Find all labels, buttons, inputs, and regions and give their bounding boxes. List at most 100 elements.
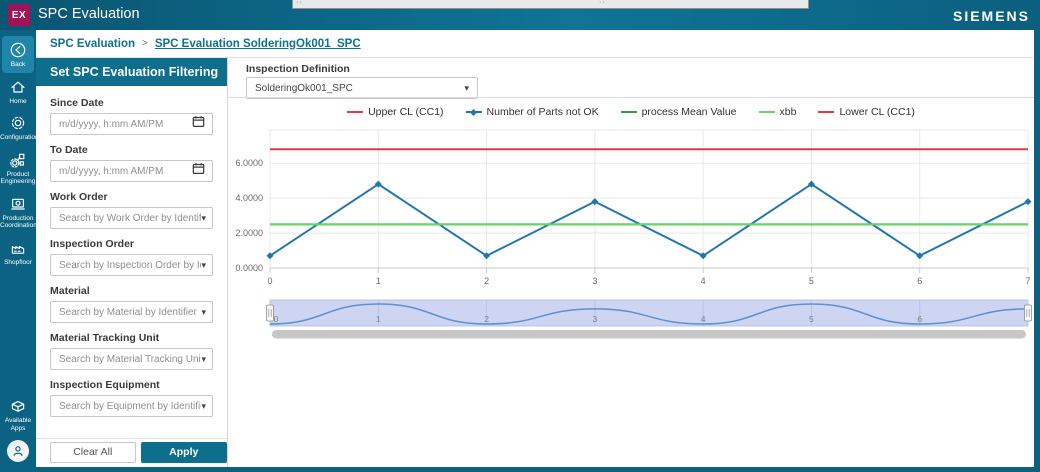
navigator-tick-label: 0 — [274, 314, 279, 324]
x-tick-label: 6 — [917, 276, 922, 286]
range-handle-right[interactable] — [1025, 305, 1032, 321]
since-date-label: Since Date — [50, 97, 213, 109]
user-avatar[interactable] — [7, 440, 29, 462]
legend-item-upper-cl-cc1-[interactable]: Upper CL (CC1) — [347, 106, 443, 118]
legend-item-number-of-parts-not-ok[interactable]: Number of Parts not OK — [466, 106, 599, 118]
work-order-placeholder: Search by Work Order by Identifier — [59, 213, 201, 224]
legend-label: Lower CL (CC1) — [839, 106, 914, 118]
legend-marker — [621, 108, 637, 116]
x-tick-label: 2 — [484, 276, 489, 286]
breadcrumb-separator: > — [142, 38, 148, 49]
x-tick-label: 3 — [592, 276, 597, 286]
sidebar-item-back[interactable]: Back — [2, 36, 34, 73]
inspection-equipment-select[interactable]: Search by Equipment by Identifier▾ — [50, 395, 213, 417]
calendar-icon — [191, 161, 206, 181]
inspection-equipment-placeholder: Search by Equipment by Identifier — [59, 401, 201, 412]
since-date-placeholder: m/d/yyyy, h:mm AM/PM — [59, 119, 191, 130]
legend-item-lower-cl-cc1-[interactable]: Lower CL (CC1) — [818, 106, 914, 118]
chevron-down-icon: ▾ — [201, 213, 206, 224]
popup-dots-icon: ·· — [296, 0, 303, 6]
production-coordination-icon — [9, 195, 27, 213]
legend-item-process-mean-value[interactable]: process Mean Value — [621, 106, 737, 118]
inspection-equipment-label: Inspection Equipment — [50, 379, 213, 391]
sidebar-item-shopfloor[interactable]: Shopfloor — [0, 234, 36, 271]
main-content: Inspection Definition SolderingOk001_SPC… — [228, 58, 1034, 467]
navigator-tick-label: 6 — [917, 314, 922, 324]
sidebar-item-production-coordination[interactable]: Production Coordination — [0, 190, 36, 234]
user-icon — [10, 443, 26, 459]
sidebar-item-label: Product Engineering — [0, 171, 36, 186]
material-label: Material — [50, 285, 213, 297]
inspection-order-select[interactable]: Search by Inspection Order by Identifier… — [50, 254, 213, 276]
chevron-down-icon: ▾ — [201, 354, 206, 365]
x-tick-label: 1 — [376, 276, 381, 286]
page-title: SPC Evaluation — [38, 6, 140, 22]
material-tracking-unit-select[interactable]: Search by Material Tracking Unit by Code… — [50, 348, 213, 370]
navigator-tick-label: 4 — [701, 314, 706, 324]
spc-chart: 0.00002.00004.00006.0000012345670123456 — [238, 125, 1034, 350]
chevron-down-icon: ▾ — [201, 260, 206, 271]
x-tick-label: 7 — [1025, 276, 1030, 286]
spc-evaluation-window: EX SPC Evaluation SIEMENS ·· ·· BackHome… — [0, 0, 1040, 472]
legend-label: xbb — [780, 106, 797, 118]
inspection-order-label: Inspection Order — [50, 238, 213, 250]
data-point-marker[interactable] — [1025, 198, 1032, 205]
y-tick-label: 4.0000 — [235, 193, 263, 203]
series-line-number-of-parts-not-ok — [270, 184, 1028, 256]
work-order-label: Work Order — [50, 191, 213, 203]
y-tick-label: 6.0000 — [235, 158, 263, 168]
to-date-input[interactable]: m/d/yyyy, h:mm AM/PM — [50, 160, 213, 182]
filter-panel: Set SPC Evaluation Filtering Since Date m… — [36, 58, 228, 467]
sidebar-item-label: Available Apps — [0, 417, 36, 432]
inspection-definition-label: Inspection Definition — [246, 63, 350, 75]
navigator-tick-label: 2 — [484, 314, 489, 324]
divider — [228, 97, 1034, 98]
apply-button[interactable]: Apply — [141, 442, 227, 463]
inspection-definition-select[interactable]: SolderingOk001_SPC ▾ — [246, 77, 478, 99]
gear-icon — [9, 114, 27, 132]
available-apps-icon — [9, 397, 27, 415]
to-date-placeholder: m/d/yyyy, h:mm AM/PM — [59, 166, 191, 177]
siemens-logo: SIEMENS — [953, 8, 1030, 24]
work-order-select[interactable]: Search by Work Order by Identifier▾ — [50, 207, 213, 229]
opcenter-ex-logo: EX — [8, 4, 30, 26]
clear-all-button[interactable]: Clear All — [50, 442, 136, 463]
legend-marker — [466, 108, 482, 116]
filter-actions: Clear All Apply — [36, 438, 227, 467]
sidebar-item-available-apps[interactable]: Available Apps — [0, 392, 36, 436]
chart-legend: Upper CL (CC1) Number of Parts not OK proc… — [228, 106, 1034, 118]
breadcrumb-root[interactable]: SPC Evaluation — [50, 38, 135, 50]
legend-marker — [759, 108, 775, 116]
calendar-icon — [191, 114, 206, 134]
inspection-definition-value: SolderingOk001_SPC — [255, 83, 464, 94]
material-select[interactable]: Search by Material by Identifier▾ — [50, 301, 213, 323]
horizontal-scrollbar[interactable] — [272, 330, 1026, 339]
navigator-tick-label: 1 — [376, 314, 381, 324]
navigator-tick-label: 3 — [592, 314, 597, 324]
sidebar-item-label: Production Coordination — [0, 215, 36, 230]
sidebar-item-product-engineering[interactable]: Product Engineering — [0, 146, 36, 190]
legend-label: Number of Parts not OK — [487, 106, 599, 118]
sidebar-item-label: Configuration — [0, 134, 36, 142]
breadcrumb: SPC Evaluation > SPC Evaluation Solderin… — [36, 30, 1034, 58]
filter-panel-title: Set SPC Evaluation Filtering — [36, 58, 227, 86]
breadcrumb-current-link[interactable]: SPC Evaluation SolderingOk001_SPC — [155, 38, 361, 50]
sidebar-item-configuration[interactable]: Configuration — [0, 109, 36, 146]
legend-item-xbb[interactable]: xbb — [759, 106, 797, 118]
popup-dots-icon: ·· — [599, 0, 606, 6]
chevron-down-icon: ▾ — [201, 307, 206, 318]
product-engineering-icon — [9, 151, 27, 169]
since-date-input[interactable]: m/d/yyyy, h:mm AM/PM — [50, 113, 213, 135]
range-handle-left[interactable] — [267, 305, 274, 321]
to-date-label: To Date — [50, 144, 213, 156]
material-tracking-unit-placeholder: Search by Material Tracking Unit by Code — [59, 354, 201, 365]
legend-marker — [347, 108, 363, 116]
material-placeholder: Search by Material by Identifier — [59, 307, 201, 318]
sidebar-item-label: Shopfloor — [0, 259, 36, 267]
navigator-tick-label: 5 — [809, 314, 814, 324]
home-icon — [9, 78, 27, 96]
chevron-down-icon: ▾ — [464, 83, 469, 94]
y-tick-label: 0.0000 — [235, 263, 263, 273]
data-point-marker[interactable] — [591, 198, 598, 205]
sidebar-item-home[interactable]: Home — [0, 73, 36, 110]
